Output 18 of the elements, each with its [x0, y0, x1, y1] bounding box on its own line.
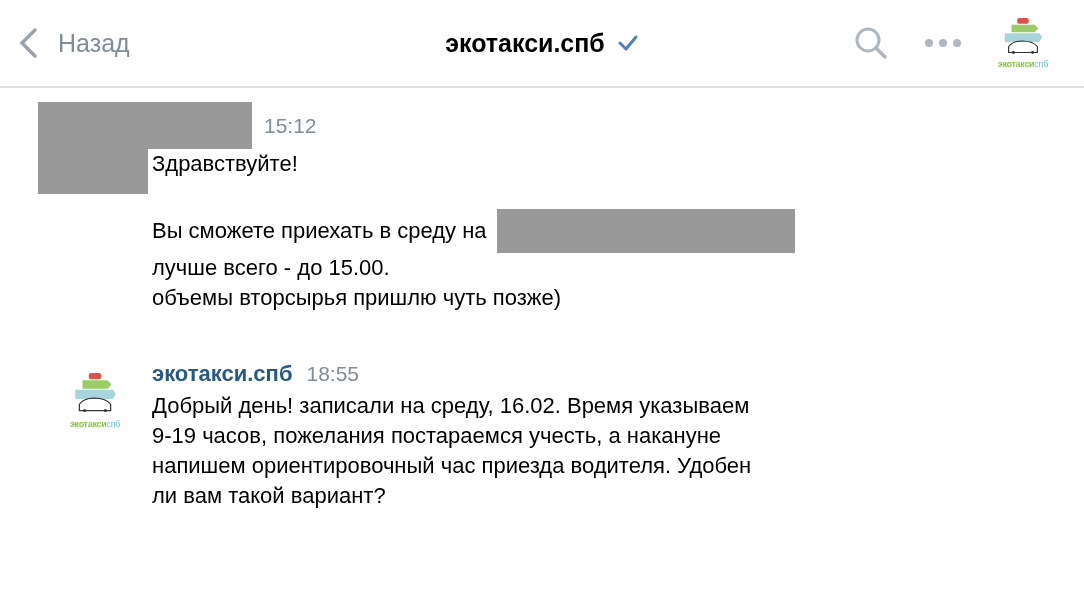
message-text: ли вам такой вариант? — [152, 482, 386, 510]
author-name[interactable]: экотакси.спб — [152, 361, 293, 387]
message-time: 15:12 — [264, 113, 317, 138]
message-text: объемы вторсырья пришлю чуть позже) — [152, 284, 562, 312]
message-text: Вы сможете приехать в среду на — [152, 217, 487, 245]
message-time: 18:55 — [306, 362, 360, 386]
logo-text: экотаксиспб — [997, 57, 1048, 70]
message-text: 9-19 часов, пожелания постараемся учесть, а накануне — [152, 422, 722, 450]
search-icon[interactable] — [853, 26, 888, 60]
logo-text: экотаксиспб — [69, 417, 121, 431]
message-text: лучше всего - до 15.00. — [152, 254, 390, 282]
chevron-left-icon — [18, 27, 38, 59]
message-text: напишем ориентировочный час приезда водителя. Удобен — [152, 452, 752, 480]
message-text: Здравствуйте! — [152, 150, 298, 178]
chat-title: экотакси.спб — [445, 28, 605, 58]
more-icon[interactable] — [923, 38, 962, 48]
back-button[interactable]: Назад — [18, 27, 130, 59]
message-text: Добрый день! записали на среду, 16.02. Время указываем — [152, 392, 750, 420]
